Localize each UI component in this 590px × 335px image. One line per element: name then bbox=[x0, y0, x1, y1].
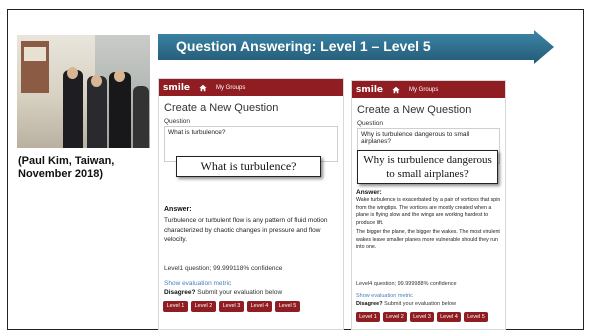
answer-label: Answer: bbox=[164, 206, 192, 213]
disagree-label: Disagree? bbox=[164, 289, 196, 296]
show-evaluation-metric-link[interactable]: Show evaluation metric bbox=[356, 293, 413, 299]
app-top-bar: smile My Groups bbox=[159, 79, 343, 96]
disagree-text: Disagree? Submit your evaluation below bbox=[356, 301, 456, 307]
app-window-level4: smile My Groups Create a New Question Qu… bbox=[351, 80, 506, 330]
disagree-label: Disagree? bbox=[356, 301, 383, 307]
disagree-text: Disagree? Submit your evaluation below bbox=[164, 289, 282, 296]
conference-photo bbox=[17, 35, 150, 148]
smile-logo[interactable]: smile bbox=[356, 85, 383, 95]
question-callout-level4: Why is turbulence dangerous to small air… bbox=[357, 150, 498, 184]
answer-text: Turbulence or turbulent flow is any patt… bbox=[164, 217, 328, 243]
disagree-instructions: Submit your evaluation below bbox=[197, 289, 283, 296]
answer-paragraph-2: The bigger the plane, the bigger the wak… bbox=[356, 229, 500, 251]
nav-my-groups[interactable]: My Groups bbox=[409, 87, 438, 93]
home-icon[interactable] bbox=[392, 86, 400, 94]
home-icon[interactable] bbox=[199, 84, 207, 92]
banner-title: Question Answering: Level 1 – Level 5 bbox=[176, 38, 431, 54]
level-5-button[interactable]: Level 5 bbox=[275, 301, 300, 312]
question-label: Question bbox=[357, 120, 384, 127]
slide: (Paul Kim, Taiwan, November 2018) Questi… bbox=[0, 0, 590, 335]
level-2-button[interactable]: Level 2 bbox=[191, 301, 216, 312]
nav-my-groups[interactable]: My Groups bbox=[216, 85, 245, 91]
show-evaluation-metric-link[interactable]: Show evaluation metric bbox=[164, 280, 231, 287]
level-2-button[interactable]: Level 2 bbox=[383, 312, 407, 322]
level-3-button[interactable]: Level 3 bbox=[219, 301, 244, 312]
confidence-text: Level4 question; 99.999988% confidence bbox=[356, 281, 457, 287]
page-title: Create a New Question bbox=[164, 102, 279, 114]
confidence-text: Level1 question; 99.999118% confidence bbox=[164, 265, 283, 272]
question-label: Question bbox=[164, 118, 191, 125]
answer-label: Answer: bbox=[356, 189, 382, 196]
question-callout-level1: What is turbulence? bbox=[176, 156, 321, 177]
level-3-button[interactable]: Level 3 bbox=[410, 312, 434, 322]
level-1-button[interactable]: Level 1 bbox=[163, 301, 188, 312]
answer-paragraph-1: Wake turbulence is exacerbated by a pair… bbox=[356, 197, 501, 226]
page-title: Create a New Question bbox=[357, 104, 472, 116]
level-4-button[interactable]: Level 4 bbox=[247, 301, 272, 312]
banner-arrow: Question Answering: Level 1 – Level 5 bbox=[158, 30, 554, 64]
level-buttons: Level 1 Level 2 Level 3 Level 4 Level 5 bbox=[356, 312, 491, 322]
app-window-level1: smile My Groups Create a New Question Qu… bbox=[158, 78, 344, 330]
level-buttons: Level 1 Level 2 Level 3 Level 4 Level 5 bbox=[163, 301, 303, 312]
app-top-bar: smile My Groups bbox=[352, 81, 505, 98]
disagree-instructions: Submit your evaluation below bbox=[384, 301, 456, 307]
smile-logo[interactable]: smile bbox=[163, 83, 190, 93]
level-5-button[interactable]: Level 5 bbox=[464, 312, 488, 322]
level-1-button[interactable]: Level 1 bbox=[356, 312, 380, 322]
level-4-button[interactable]: Level 4 bbox=[437, 312, 461, 322]
photo-caption: (Paul Kim, Taiwan, November 2018) bbox=[18, 155, 115, 180]
